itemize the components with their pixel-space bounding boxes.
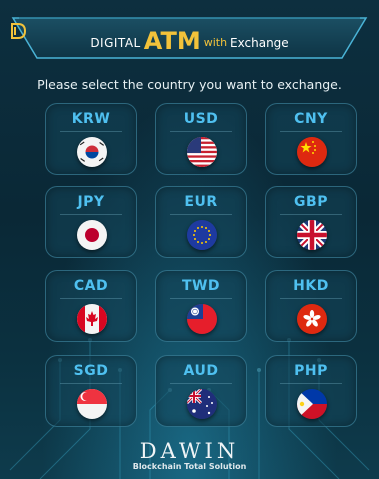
canada-flag-icon [77, 304, 107, 334]
currency-code: PHP [294, 363, 328, 379]
divider [170, 214, 232, 215]
brand-name: DAWIN [139, 439, 240, 463]
currency-code: USD [183, 111, 219, 127]
divider [60, 383, 122, 384]
divider [280, 214, 342, 215]
currency-tile-aud[interactable]: AUD [155, 355, 247, 427]
currency-code: CAD [73, 278, 109, 294]
divider [60, 214, 122, 215]
currency-tile-cad[interactable]: CAD [45, 270, 137, 342]
title-with: with [203, 36, 228, 49]
divider [280, 383, 342, 384]
currency-tile-jpy[interactable]: JPY [45, 186, 137, 258]
currency-code: CNY [294, 111, 328, 127]
currency-code: JPY [77, 194, 105, 210]
divider [60, 131, 122, 132]
currency-tile-cny[interactable]: CNY [265, 103, 357, 175]
currency-tile-eur[interactable]: EUR [155, 186, 247, 258]
currency-code: GBP [294, 194, 328, 210]
divider [170, 298, 232, 299]
currency-tile-krw[interactable]: KRW [45, 103, 137, 175]
brand-tagline: Blockchain Total Solution [132, 462, 247, 471]
currency-tile-hkd[interactable]: HKD [265, 270, 357, 342]
title-atm: ATM [143, 27, 201, 55]
currency-code: EUR [184, 194, 218, 210]
divider [60, 298, 122, 299]
singapore-flag-icon [77, 389, 107, 419]
currency-tile-sgd[interactable]: SGD [45, 355, 137, 427]
currency-code: TWD [181, 278, 221, 294]
dawin-logo-icon [11, 23, 27, 39]
currency-code: SGD [73, 363, 109, 379]
uk-flag-icon [297, 220, 327, 250]
currency-code: HKD [293, 278, 329, 294]
eu-flag-icon [187, 220, 217, 250]
dawin-footer-logo: DAWIN Blockchain Total Solution [0, 440, 379, 471]
atm-screen: DIGITAL ATM with Exchange Please select … [0, 0, 379, 479]
usa-flag-icon [187, 137, 217, 167]
divider [170, 131, 232, 132]
currency-tile-gbp[interactable]: GBP [265, 186, 357, 258]
header-banner: DIGITAL ATM with Exchange [9, 0, 370, 60]
currency-tile-twd[interactable]: TWD [155, 270, 247, 342]
currency-tile-php[interactable]: PHP [265, 355, 357, 427]
currency-code: KRW [71, 111, 111, 127]
philippines-flag-icon [297, 389, 327, 419]
south-korea-flag-icon [77, 137, 107, 167]
divider [280, 131, 342, 132]
currency-tile-usd[interactable]: USD [155, 103, 247, 175]
title-exchange: Exchange [230, 36, 289, 50]
taiwan-flag-icon [187, 304, 217, 334]
divider [280, 298, 342, 299]
title-digital: DIGITAL [90, 36, 141, 50]
hong-kong-flag-icon [297, 304, 327, 334]
divider [170, 383, 232, 384]
instruction-text: Please select the country you want to ex… [37, 77, 342, 92]
china-flag-icon [297, 137, 327, 167]
australia-flag-icon [187, 389, 217, 419]
japan-flag-icon [77, 220, 107, 250]
currency-code: AUD [183, 363, 219, 379]
app-title: DIGITAL ATM with Exchange [9, 22, 370, 54]
